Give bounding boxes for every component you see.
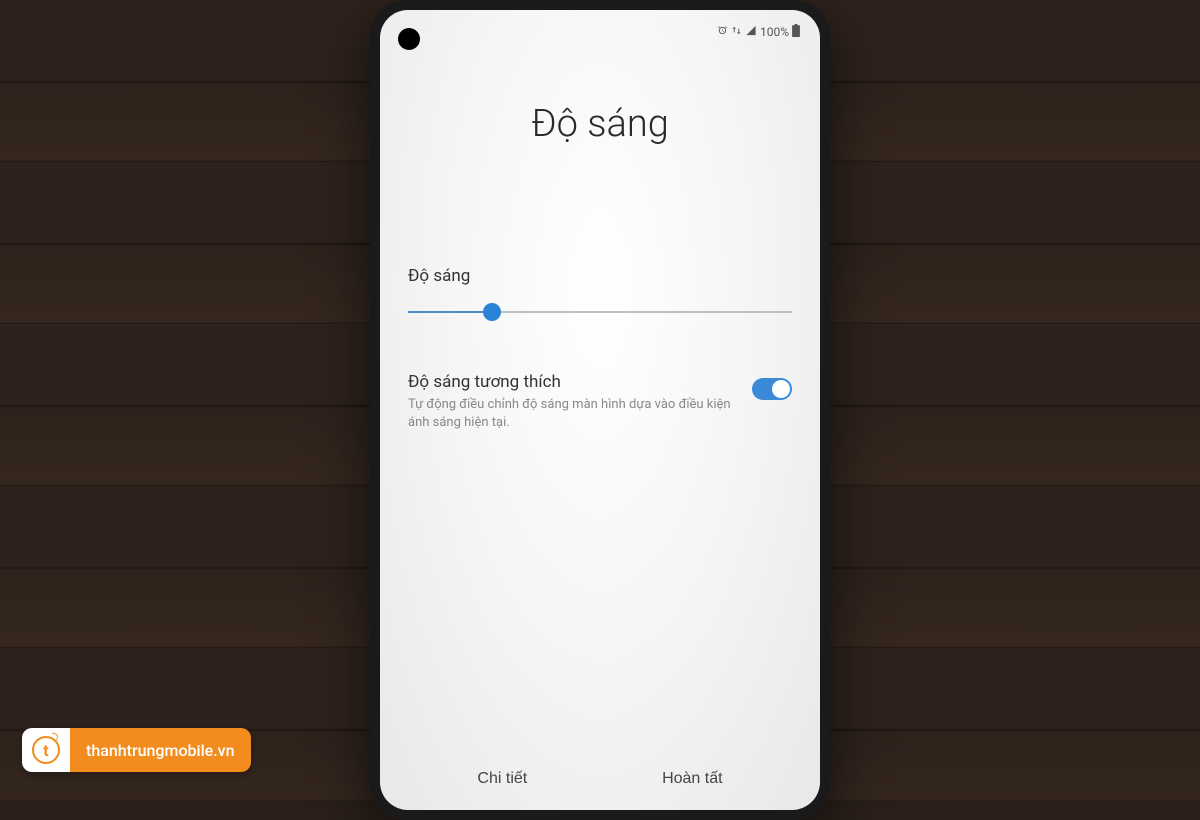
adaptive-toggle[interactable] (752, 378, 792, 400)
watermark: t thanhtrungmobile.vn (22, 728, 251, 772)
status-icons: 100% (717, 24, 800, 40)
alarm-icon (717, 25, 728, 39)
watermark-logo: t (22, 728, 70, 772)
data-icon (731, 25, 742, 39)
status-bar: 100% (380, 10, 820, 42)
slider-track-line (408, 311, 792, 313)
phone-screen: 100% Độ sáng Độ sáng Độ (380, 10, 820, 810)
bottom-bar: Chi tiết Hoàn tất (380, 752, 820, 810)
slider-fill (408, 311, 492, 313)
page-title: Độ sáng (400, 102, 800, 146)
detail-button[interactable]: Chi tiết (477, 770, 527, 788)
watermark-text: thanhtrungmobile.vn (70, 728, 251, 772)
adaptive-description: Tự động điều chỉnh độ sáng màn hình dựa … (408, 396, 736, 432)
camera-punch-hole (398, 28, 420, 50)
phone-frame: 100% Độ sáng Độ sáng Độ (370, 0, 830, 820)
signal-icon (745, 25, 757, 39)
toggle-knob (772, 380, 790, 398)
adaptive-title: Độ sáng tương thích (408, 372, 736, 392)
brightness-label: Độ sáng (408, 266, 792, 286)
content-area: Độ sáng Độ sáng tương thích Tự động điều… (380, 166, 820, 752)
slider-thumb[interactable] (483, 303, 501, 321)
adaptive-text: Độ sáng tương thích Tự động điều chỉnh đ… (408, 372, 736, 432)
brightness-slider[interactable] (408, 302, 792, 322)
done-button[interactable]: Hoàn tất (662, 770, 722, 788)
brightness-slider-section: Độ sáng (408, 266, 792, 322)
battery-icon (792, 24, 800, 40)
watermark-logo-icon: t (32, 736, 60, 764)
adaptive-brightness-row[interactable]: Độ sáng tương thích Tự động điều chỉnh đ… (408, 372, 792, 432)
battery-percent: 100% (760, 25, 789, 39)
page-header: Độ sáng (380, 42, 820, 166)
